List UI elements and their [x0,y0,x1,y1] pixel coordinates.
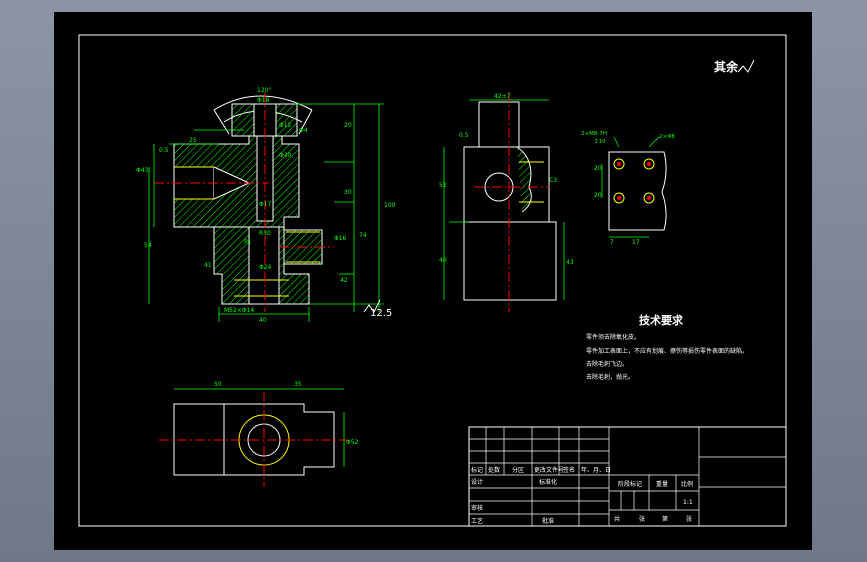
tech-req-item-4: 去除毛刺，抛光。 [586,373,634,381]
tech-req-item-2: 零件加工表面上，不应有划痕、擦伤等损伤零件表面的缺陷。 [586,347,748,355]
dim-dia-left: Φ43 [136,167,149,174]
tb-review: 审核 [471,504,483,512]
tb-label-doc: 更改文件号 [534,466,564,474]
tb-sheet-unit2: 张 [686,515,692,523]
side-dim-left: 52 [439,182,447,189]
tb-sheet-total: 共 [614,515,620,523]
tb-craft: 工艺 [471,517,483,525]
label-a: Φ4 [299,127,308,134]
side-dim-right: 43 [566,259,574,266]
tb-sheet-no: 第 [662,515,668,523]
dim-right-low: 42 [340,277,348,284]
tech-req-item-1: 零件须去除氧化皮。 [586,333,640,341]
dim-dia-mid: Φ24 [259,264,272,271]
dim-r: R30 [259,230,271,237]
dim-bottom: 40 [259,317,267,324]
detail-dim-h1: 7 [610,239,614,246]
side-view: 42±7 0.5 52 40 43 C3 [439,92,574,312]
roughness-symbol-icon [737,59,755,73]
dim-right-mid: 74 [359,232,367,239]
label-rp: P1 [244,239,252,246]
tb-approve: 批准 [542,517,554,525]
detail-label-a: 2×M8-7H [581,131,607,137]
detail-view: 2×M8-7H ↧10 2×Φ8 20 20 7 17 [581,131,675,246]
dim-c: Φ30 [279,152,292,159]
tb-label-count: 处数 [488,466,500,474]
tb-label-mark: 标记 [471,466,483,474]
tb-weight: 重量 [656,480,668,488]
tb-stage: 阶段标记 [618,480,642,488]
dim-height: 100 [384,202,396,209]
tb-scale-value: 1:1 [683,499,693,506]
tb-sheet-unit: 张 [639,515,645,523]
tb-label-date: 年、月、日 [581,466,611,474]
dim-left-top: 25 [189,137,197,144]
detail-label-c: 2×Φ8 [659,134,675,140]
front-view: 120° Φ18 Φ12 20 25 0.5 Φ4 Φ43 Φ30 30 Φ17… [136,87,396,324]
dim-b: Φ17 [259,201,272,208]
detail-dim-v2: 20 [594,192,602,199]
tech-requirements: 技术要求 零件须去除氧化皮。 零件加工表面上，不应有划痕、擦伤等损伤零件表面的缺… [586,313,748,381]
top-dim-left: 50 [214,381,222,388]
dim-thread: M52×Φ14 [224,307,254,314]
title-block: 标记 处数 分区 更改文件号 签名 年、月、日 设计 标准化 审核 工艺 批准 … [468,426,787,527]
tb-label-sign: 签名 [563,466,575,474]
dim-chamfer: 0.5 [159,147,169,154]
detail-dim-h2: 17 [632,239,640,246]
dim-dia-bore: Φ12 [279,122,292,129]
dim-top: 20 [344,122,352,129]
dim-l: 54 [144,242,152,249]
detail-dim-v1: 20 [594,165,602,172]
side-chamfer: 0.5 [459,132,469,139]
dim-mid: 30 [344,189,352,196]
detail-label-b: ↧10 [594,139,606,145]
roughness-value: 12.5 [370,308,392,319]
cad-window: 其余 120° Φ18 Φ12 20 25 0.5 Φ4 Φ43 Φ30 30 … [0,0,867,562]
tech-req-item-3: 去除毛刺飞边。 [586,360,628,368]
top-dim-right: 35 [294,381,302,388]
side-label-r: C3 [549,177,557,184]
tb-design: 设计 [471,478,483,486]
dim-dia-small: Φ16 [334,235,347,242]
dim-left-mid: 41 [204,262,212,269]
dim-angle: 120° [257,87,271,94]
tb-standard: 标准化 [539,478,557,486]
tb-scale: 比例 [681,480,693,488]
top-dia: Φ52 [346,439,359,446]
tb-label-zone: 分区 [512,466,524,474]
tech-req-title: 技术要求 [639,313,684,327]
dim-dia-top: Φ18 [257,97,270,104]
top-view: 50 35 Φ52 [159,381,359,487]
roughness-note: 其余 [714,59,739,74]
side-top-dim: 42±7 [494,93,511,100]
drawing-svg: 其余 120° Φ18 Φ12 20 25 0.5 Φ4 Φ43 Φ30 30 … [78,34,787,527]
drawing-canvas[interactable]: 其余 120° Φ18 Φ12 20 25 0.5 Φ4 Φ43 Φ30 30 … [54,12,812,550]
side-dim-bottom: 40 [439,257,447,264]
